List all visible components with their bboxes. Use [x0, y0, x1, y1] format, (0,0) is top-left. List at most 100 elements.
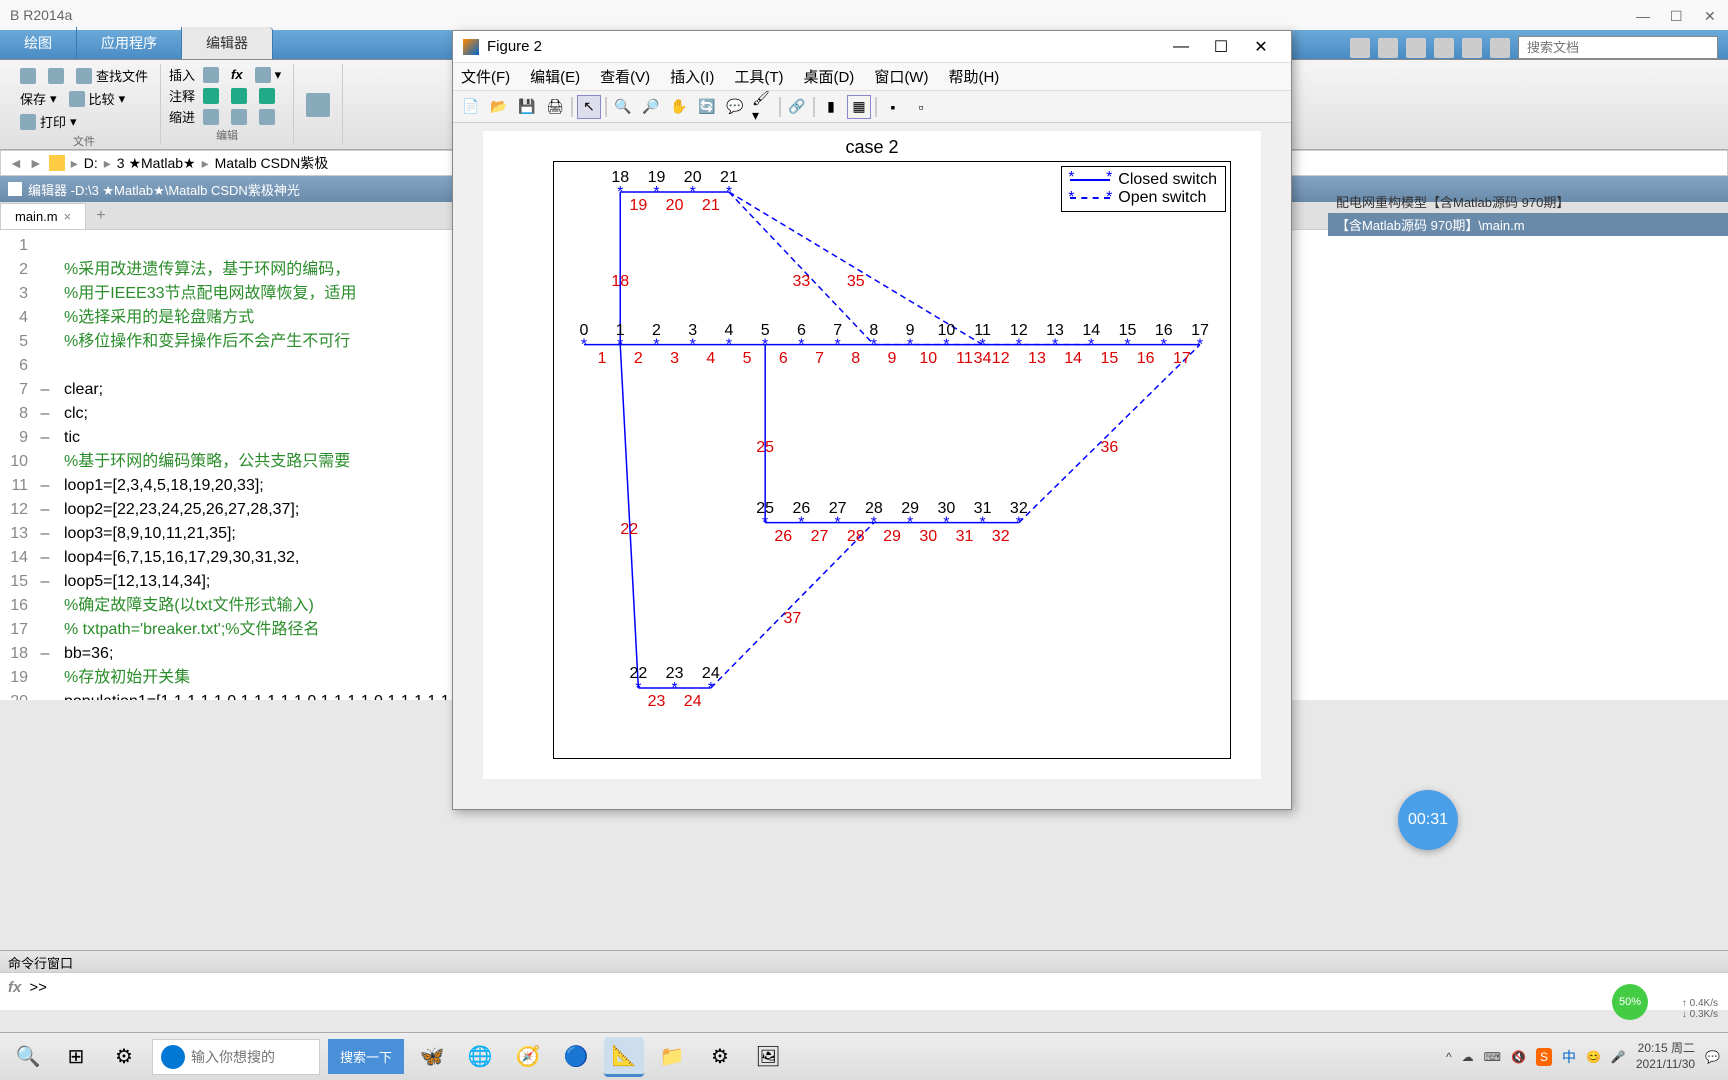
wrap-comment-button[interactable] [255, 86, 279, 106]
datatip-icon[interactable]: 💬 [723, 95, 747, 119]
outdent-button[interactable] [227, 107, 251, 127]
chrome-icon[interactable]: 🌐 [460, 1037, 500, 1077]
smart-indent-button[interactable] [255, 107, 279, 127]
menu-tools[interactable]: 工具(T) [734, 66, 783, 87]
cut-icon[interactable] [1350, 38, 1370, 58]
photos-icon[interactable]: 🖼 [748, 1037, 788, 1077]
help-icon[interactable] [1490, 38, 1510, 58]
save-label-button[interactable]: 保存▾ [16, 87, 61, 110]
menu-file[interactable]: 文件(F) [461, 66, 510, 87]
compare-icon [69, 91, 85, 107]
plot-axes[interactable]: ********************************* Closed… [553, 161, 1231, 759]
onedrive-icon[interactable]: ☁ [1462, 1050, 1474, 1064]
hide-tools-icon[interactable]: ▪ [881, 95, 905, 119]
paste-icon[interactable] [1406, 38, 1426, 58]
legend[interactable]: Closed switch Open switch [1061, 166, 1226, 212]
menu-view[interactable]: 查看(V) [600, 66, 650, 87]
print-fig-icon[interactable]: 🖨 [543, 95, 567, 119]
insert-fx-button[interactable]: fx [227, 65, 247, 84]
maximize-icon[interactable]: ☐ [1670, 8, 1684, 22]
legend-icon[interactable]: ▦ [847, 95, 871, 119]
fig-minimize-icon[interactable]: — [1161, 38, 1201, 56]
minimize-icon[interactable]: — [1636, 8, 1650, 22]
new-icon [20, 68, 36, 84]
taskbar-search-input[interactable] [191, 1049, 311, 1065]
menu-help[interactable]: 帮助(H) [948, 66, 999, 87]
explorer-icon[interactable]: 📁 [652, 1037, 692, 1077]
browser-icon[interactable]: 🔵 [556, 1037, 596, 1077]
save-fig-icon[interactable]: 💾 [515, 95, 539, 119]
open-fig-icon[interactable]: 📂 [487, 95, 511, 119]
save-button[interactable] [44, 66, 68, 86]
edit-plot-icon[interactable]: ↖ [577, 95, 601, 119]
volume-icon[interactable]: 🔇 [1511, 1050, 1526, 1064]
figure-window[interactable]: Figure 2 — ☐ ✕ 文件(F) 编辑(E) 查看(V) 插入(I) 工… [452, 30, 1292, 810]
show-tools-icon[interactable]: ▫ [909, 95, 933, 119]
tab-apps[interactable]: 应用程序 [77, 27, 182, 59]
notifications-icon[interactable]: 💬 [1705, 1050, 1720, 1064]
brush-icon[interactable]: 🖌▾ [751, 95, 775, 119]
app-icon-1[interactable]: 🦋 [412, 1037, 452, 1077]
search-docs-input[interactable] [1518, 36, 1718, 59]
timer-badge[interactable]: 00:31 [1398, 790, 1458, 850]
insert-section-button[interactable] [199, 65, 223, 85]
fig-close-icon[interactable]: ✕ [1241, 37, 1281, 57]
node-label: 1 [616, 322, 625, 340]
cmd-prompt[interactable]: fx >> [0, 973, 1728, 1002]
undo-icon[interactable] [1434, 38, 1454, 58]
menu-window[interactable]: 窗口(W) [874, 66, 928, 87]
add-tab-button[interactable]: + [86, 203, 115, 229]
taskbar-search[interactable] [152, 1039, 320, 1075]
emoji-icon[interactable]: 😊 [1586, 1050, 1601, 1064]
fwd-icon[interactable]: ► [29, 155, 43, 171]
edge-icon[interactable]: 🧭 [508, 1037, 548, 1077]
new-fig-icon[interactable]: 📄 [459, 95, 483, 119]
start-button[interactable]: 🔍 [8, 1037, 48, 1077]
link-icon[interactable]: 🔗 [785, 95, 809, 119]
copy-icon[interactable] [1378, 38, 1398, 58]
figure-titlebar[interactable]: Figure 2 — ☐ ✕ [453, 31, 1291, 63]
indent-button[interactable] [199, 107, 223, 127]
pan-icon[interactable]: ✋ [667, 95, 691, 119]
redo-icon[interactable] [1462, 38, 1482, 58]
rotate-icon[interactable]: 🔄 [695, 95, 719, 119]
percent-badge[interactable]: 50% [1612, 984, 1648, 1020]
taskview-icon[interactable]: ⊞ [56, 1037, 96, 1077]
menu-insert[interactable]: 插入(I) [670, 66, 714, 87]
new-button[interactable] [16, 66, 40, 86]
close-icon[interactable]: ✕ [1704, 8, 1718, 22]
path-part[interactable]: 3 ★Matlab★ [117, 155, 196, 172]
settings-icon[interactable]: ⚙ [700, 1037, 740, 1077]
breakpoint-column[interactable]: –––––––––– [34, 230, 56, 700]
command-window[interactable]: 命令行窗口 fx >> [0, 950, 1728, 1010]
editor-tab-main[interactable]: main.m × [0, 203, 86, 229]
find-files-button[interactable]: 查找文件 [72, 64, 152, 87]
zoom-out-icon[interactable]: 🔎 [639, 95, 663, 119]
insert-more-button[interactable]: ▾ [251, 65, 286, 85]
mic-icon[interactable]: 🎤 [1611, 1050, 1626, 1064]
zoom-in-icon[interactable]: 🔍 [611, 95, 635, 119]
tray-up-icon[interactable]: ^ [1446, 1050, 1452, 1064]
keyboard-icon[interactable]: ⌨ [1484, 1050, 1501, 1064]
tab-plot[interactable]: 绘图 [0, 27, 77, 59]
matlab-taskbar-icon[interactable]: 📐 [604, 1037, 644, 1077]
clock[interactable]: 20:15 周二 2021/11/30 [1636, 1041, 1695, 1072]
colorbar-icon[interactable]: ▮ [819, 95, 843, 119]
uncomment-button[interactable] [227, 86, 251, 106]
goto-button[interactable] [302, 91, 334, 119]
print-button[interactable]: 打印▾ [16, 110, 81, 133]
compare-button[interactable]: 比较▾ [65, 87, 130, 110]
back-icon[interactable]: ◄ [9, 155, 23, 171]
fig-maximize-icon[interactable]: ☐ [1201, 37, 1241, 57]
taskbar-search-button[interactable]: 搜索一下 [328, 1039, 404, 1074]
menu-edit[interactable]: 编辑(E) [530, 66, 580, 87]
sogou-icon[interactable]: S [1536, 1048, 1552, 1066]
path-part[interactable]: D: [84, 155, 98, 171]
ime-label[interactable]: 中 [1562, 1047, 1576, 1067]
menu-desktop[interactable]: 桌面(D) [803, 66, 854, 87]
obs-icon[interactable]: ⚙ [104, 1037, 144, 1077]
path-part[interactable]: Matalb CSDN紫极 [215, 153, 329, 173]
tab-close-icon[interactable]: × [64, 209, 72, 224]
tab-editor[interactable]: 编辑器 [182, 27, 273, 59]
comment-button[interactable] [199, 86, 223, 106]
